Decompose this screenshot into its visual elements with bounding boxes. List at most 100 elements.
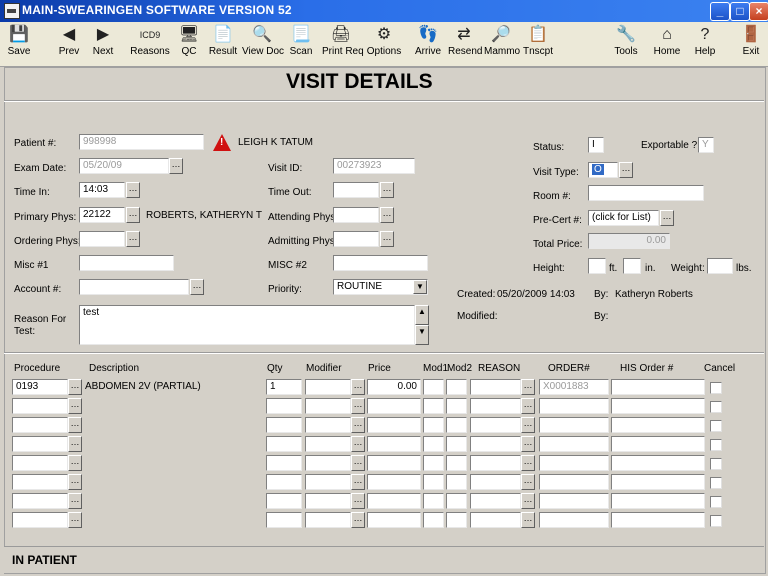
admitting-phys-lookup-button[interactable]: … xyxy=(380,231,394,247)
toolbar-save-button[interactable]: 💾 Save xyxy=(4,24,34,64)
height-in-field[interactable] xyxy=(623,258,641,274)
toolbar-exit-button[interactable]: 🚪 Exit xyxy=(738,24,764,64)
mod1-field[interactable] xyxy=(423,455,444,471)
mod2-field[interactable] xyxy=(446,474,467,490)
exam-date-lookup-button[interactable]: … xyxy=(169,158,183,174)
toolbar-reasons-button[interactable]: ICD9 Reasons xyxy=(130,24,170,64)
modifier-lookup-button[interactable]: … xyxy=(351,455,365,471)
qty-field[interactable] xyxy=(266,455,302,471)
mod1-field[interactable] xyxy=(423,436,444,452)
reason-field[interactable] xyxy=(470,417,521,433)
procedure-code-field[interactable] xyxy=(12,493,68,509)
procedure-code-field[interactable] xyxy=(12,455,68,471)
procedure-code-field[interactable] xyxy=(12,474,68,490)
height-ft-field[interactable] xyxy=(588,258,606,274)
chevron-down-icon[interactable]: ▼ xyxy=(413,280,427,294)
attending-phys-field[interactable] xyxy=(333,207,379,223)
minimize-button[interactable]: _ xyxy=(710,2,730,21)
exam-date-field[interactable]: 05/20/09 xyxy=(79,158,169,174)
modifier-lookup-button[interactable]: … xyxy=(351,398,365,414)
procedure-code-field[interactable] xyxy=(12,512,68,528)
order-number-field[interactable]: X0001883 xyxy=(539,379,609,395)
toolbar-prev-button[interactable]: ◀ Prev xyxy=(56,24,82,64)
time-out-lookup-button[interactable]: … xyxy=(380,182,394,198)
price-field[interactable] xyxy=(367,455,421,471)
mod1-field[interactable] xyxy=(423,379,444,395)
mod1-field[interactable] xyxy=(423,512,444,528)
toolbar-tools-button[interactable]: 🔧 Tools xyxy=(612,24,640,64)
modifier-lookup-button[interactable]: … xyxy=(351,436,365,452)
time-in-lookup-button[interactable]: … xyxy=(126,182,140,198)
procedure-code-field[interactable] xyxy=(12,398,68,414)
price-field[interactable] xyxy=(367,436,421,452)
his-order-field[interactable] xyxy=(611,436,705,452)
qty-field[interactable] xyxy=(266,436,302,452)
pre-cert-field[interactable]: (click for List) xyxy=(588,210,659,226)
modifier-lookup-button[interactable]: … xyxy=(351,417,365,433)
admitting-phys-field[interactable] xyxy=(333,231,379,247)
close-button[interactable]: × xyxy=(749,2,768,21)
price-field[interactable] xyxy=(367,417,421,433)
order-number-field[interactable] xyxy=(539,474,609,490)
mod1-field[interactable] xyxy=(423,417,444,433)
procedure-lookup-button[interactable]: … xyxy=(68,512,82,528)
procedure-lookup-button[interactable]: … xyxy=(68,436,82,452)
time-in-field[interactable]: 14:03 xyxy=(79,182,125,198)
toolbar-help-button[interactable]: ? Help xyxy=(692,24,718,64)
reason-lookup-button[interactable]: … xyxy=(521,455,535,471)
cancel-checkbox[interactable] xyxy=(710,496,722,508)
reason-field[interactable] xyxy=(470,398,521,414)
order-number-field[interactable] xyxy=(539,455,609,471)
his-order-field[interactable] xyxy=(611,417,705,433)
his-order-field[interactable] xyxy=(611,379,705,395)
toolbar-qc-button[interactable]: 🖥 QC xyxy=(178,24,200,64)
modifier-lookup-button[interactable]: … xyxy=(351,493,365,509)
account-lookup-button[interactable]: … xyxy=(190,279,204,295)
modifier-field[interactable] xyxy=(305,455,351,471)
reason-field[interactable] xyxy=(470,379,521,395)
his-order-field[interactable] xyxy=(611,474,705,490)
modifier-field[interactable] xyxy=(305,474,351,490)
modifier-lookup-button[interactable]: … xyxy=(351,512,365,528)
modifier-field[interactable] xyxy=(305,436,351,452)
reason-scroll-down[interactable]: ▼ xyxy=(415,325,429,345)
time-out-field[interactable] xyxy=(333,182,379,198)
toolbar-resend-button[interactable]: ⇄ Resend xyxy=(448,24,482,64)
misc1-field[interactable] xyxy=(79,255,174,271)
procedure-code-field[interactable] xyxy=(12,417,68,433)
order-number-field[interactable] xyxy=(539,512,609,528)
reason-field[interactable] xyxy=(470,455,521,471)
qty-field[interactable] xyxy=(266,512,302,528)
order-number-field[interactable] xyxy=(539,417,609,433)
procedure-code-field[interactable]: 0193 xyxy=(12,379,68,395)
reason-lookup-button[interactable]: … xyxy=(521,474,535,490)
reason-field[interactable] xyxy=(470,474,521,490)
procedure-lookup-button[interactable]: … xyxy=(68,379,82,395)
modifier-field[interactable] xyxy=(305,493,351,509)
mod2-field[interactable] xyxy=(446,417,467,433)
toolbar-print-req-button[interactable]: 🖨 Print Req xyxy=(322,24,364,64)
maximize-button[interactable]: □ xyxy=(730,2,750,21)
modifier-field[interactable] xyxy=(305,512,351,528)
ordering-phys-lookup-button[interactable]: … xyxy=(126,231,140,247)
toolbar-scan-button[interactable]: 📃 Scan xyxy=(288,24,314,64)
cancel-checkbox[interactable] xyxy=(710,439,722,451)
reason-lookup-button[interactable]: … xyxy=(521,436,535,452)
price-field[interactable]: 0.00 xyxy=(367,379,421,395)
account-field[interactable] xyxy=(79,279,189,295)
modifier-field[interactable] xyxy=(305,398,351,414)
weight-field[interactable] xyxy=(707,258,733,274)
order-number-field[interactable] xyxy=(539,436,609,452)
reason-lookup-button[interactable]: … xyxy=(521,398,535,414)
room-field[interactable] xyxy=(588,185,704,201)
modifier-lookup-button[interactable]: … xyxy=(351,474,365,490)
reason-scroll-up[interactable]: ▲ xyxy=(415,305,429,325)
visit-type-lookup-button[interactable]: … xyxy=(619,162,633,178)
mod1-field[interactable] xyxy=(423,398,444,414)
pre-cert-lookup-button[interactable]: … xyxy=(660,210,674,226)
primary-phys-lookup-button[interactable]: … xyxy=(126,207,140,223)
procedure-code-field[interactable] xyxy=(12,436,68,452)
mod2-field[interactable] xyxy=(446,455,467,471)
qty-field[interactable] xyxy=(266,493,302,509)
cancel-checkbox[interactable] xyxy=(710,515,722,527)
